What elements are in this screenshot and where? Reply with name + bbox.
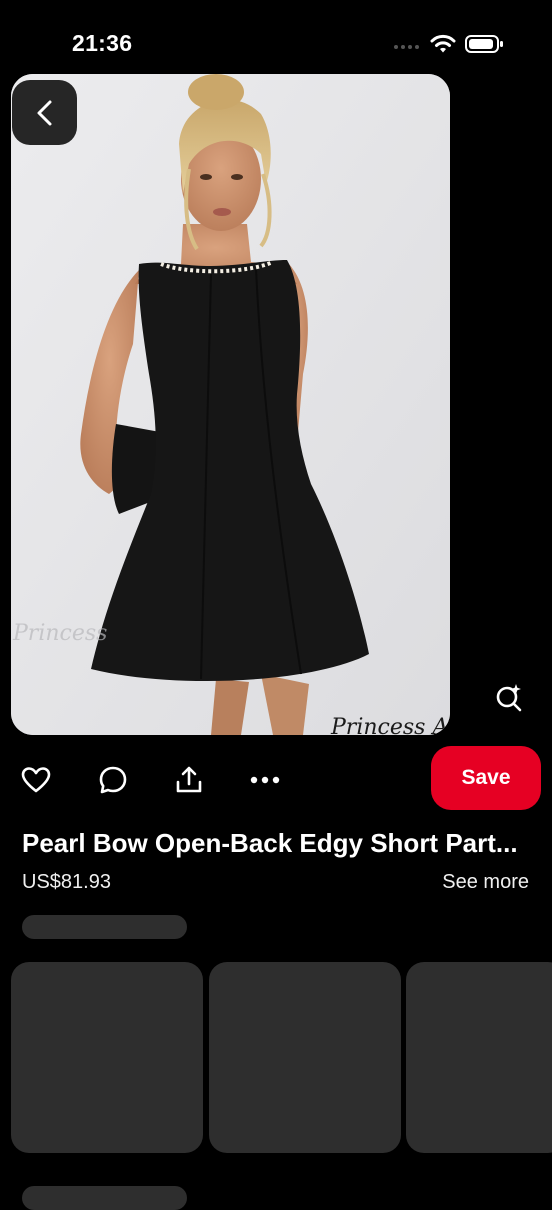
loading-placeholder-bar bbox=[22, 915, 187, 939]
loading-placeholder-card bbox=[406, 962, 552, 1153]
pin-title: Pearl Bow Open-Back Edgy Short Part... bbox=[22, 828, 518, 858]
status-bar: 21:36 bbox=[0, 0, 552, 70]
loading-placeholder-card bbox=[11, 962, 203, 1153]
comment-button[interactable] bbox=[95, 762, 131, 798]
share-icon bbox=[176, 766, 202, 793]
cellular-signal-icon bbox=[394, 45, 419, 49]
save-button[interactable]: Save bbox=[431, 746, 541, 810]
battery-icon bbox=[465, 35, 503, 53]
more-icon bbox=[250, 776, 280, 784]
visual-search-icon bbox=[496, 684, 522, 712]
pin-image[interactable]: Princess Princess A bbox=[11, 74, 450, 735]
chevron-left-icon bbox=[37, 100, 51, 125]
wifi-icon bbox=[430, 34, 456, 53]
watermark-left: Princess bbox=[12, 621, 107, 646]
pin-action-row: Save bbox=[0, 745, 552, 815]
status-time: 21:36 bbox=[72, 30, 133, 56]
loading-placeholder-bar bbox=[22, 1186, 187, 1210]
loading-placeholder-card bbox=[209, 962, 401, 1153]
more-options-button[interactable] bbox=[247, 762, 283, 798]
share-button[interactable] bbox=[171, 762, 207, 798]
watermark-bottom: Princess A bbox=[330, 715, 448, 735]
pin-price: US$81.93 bbox=[22, 871, 111, 893]
heart-icon bbox=[21, 767, 51, 793]
like-button[interactable] bbox=[18, 762, 54, 798]
dress-photo: Princess Princess A bbox=[11, 74, 450, 735]
visual-search-button[interactable] bbox=[492, 680, 526, 714]
comment-icon bbox=[99, 766, 127, 794]
back-button[interactable] bbox=[12, 80, 77, 145]
see-more-link[interactable]: See more bbox=[442, 871, 529, 894]
